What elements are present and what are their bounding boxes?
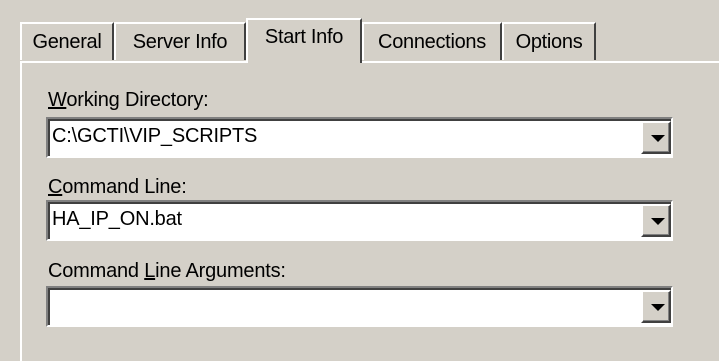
command-line-arguments-label-post: ine Arguments: [155,260,286,282]
tab-connections[interactable]: Connections [362,22,502,60]
command-line-dropdown-button[interactable] [641,204,671,237]
command-line-arguments-label: Command Line Arguments: [48,260,286,283]
tab-start-info[interactable]: Start Info [246,18,362,63]
start-info-panel: Working Directory: C:\GCTI\VIP_SCRIPTS C… [20,61,719,361]
working-directory-label-text: orking Directory: [66,89,209,111]
chevron-down-icon [651,218,665,225]
working-directory-label: Working Directory: [48,89,209,112]
command-line-label-text: ommand Line: [62,176,187,198]
chevron-down-icon [651,135,665,142]
chevron-down-icon [651,304,665,311]
working-directory-dropdown-button[interactable] [641,121,671,154]
working-directory-value: C:\GCTI\VIP_SCRIPTS [52,125,258,147]
command-line-arguments-combobox[interactable] [46,286,673,327]
command-line-combobox[interactable]: HA_IP_ON.bat [46,200,673,241]
tab-general[interactable]: General [20,22,114,60]
working-directory-combobox[interactable]: C:\GCTI\VIP_SCRIPTS [46,117,673,158]
command-line-arguments-mnemonic: L [144,260,156,282]
working-directory-mnemonic: W [48,89,67,111]
command-line-label: Command Line: [48,176,187,199]
command-line-mnemonic: C [48,176,63,198]
command-line-arguments-label-pre: Command [48,260,145,282]
command-line-value: HA_IP_ON.bat [52,208,182,230]
command-line-arguments-dropdown-button[interactable] [641,290,671,323]
tab-options[interactable]: Options [502,22,596,60]
tab-server-info[interactable]: Server Info [114,22,246,60]
